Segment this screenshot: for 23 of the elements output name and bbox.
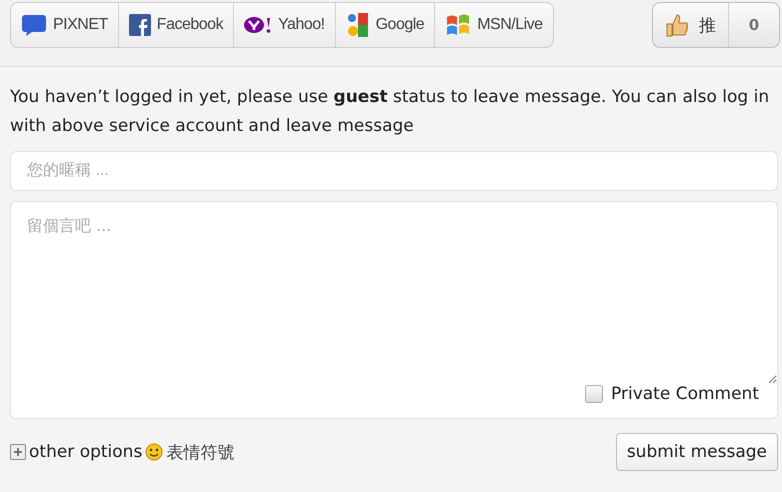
expand-icon[interactable]	[10, 444, 26, 460]
thumbs-up-icon	[665, 12, 689, 38]
facebook-icon	[128, 14, 151, 36]
private-comment-label: Private Comment	[611, 384, 759, 404]
google-icon	[346, 12, 370, 38]
like-count: 0	[748, 15, 760, 36]
speech-bubble-icon	[21, 13, 47, 37]
smiley-icon[interactable]	[145, 443, 164, 461]
login-service-button[interactable]: Google	[336, 3, 436, 47]
login-notice: You haven’t logged in yet, please use guest status to leave message. You can also log in with above service account and leave message	[10, 86, 770, 138]
login-service-button[interactable]: Yahoo!	[234, 3, 336, 47]
windows-flag-icon	[445, 13, 472, 37]
yahoo-icon	[244, 17, 272, 33]
like-button[interactable]: 推	[653, 3, 729, 47]
message-box[interactable]: 留個言吧 ... Private Comment	[10, 201, 778, 419]
submit-button[interactable]: submit message	[616, 433, 778, 471]
private-comment-checkbox[interactable]	[585, 385, 604, 403]
nickname-field[interactable]: 您的暱稱 ...	[10, 151, 778, 191]
other-options-link[interactable]: other options	[29, 442, 142, 462]
emoticons-link[interactable]: 表情符號	[166, 440, 234, 464]
login-service-button[interactable]: Facebook	[118, 3, 234, 47]
login-service-button[interactable]: MSN/Live	[435, 3, 553, 47]
login-service-button[interactable]: PIXNET	[11, 3, 119, 47]
